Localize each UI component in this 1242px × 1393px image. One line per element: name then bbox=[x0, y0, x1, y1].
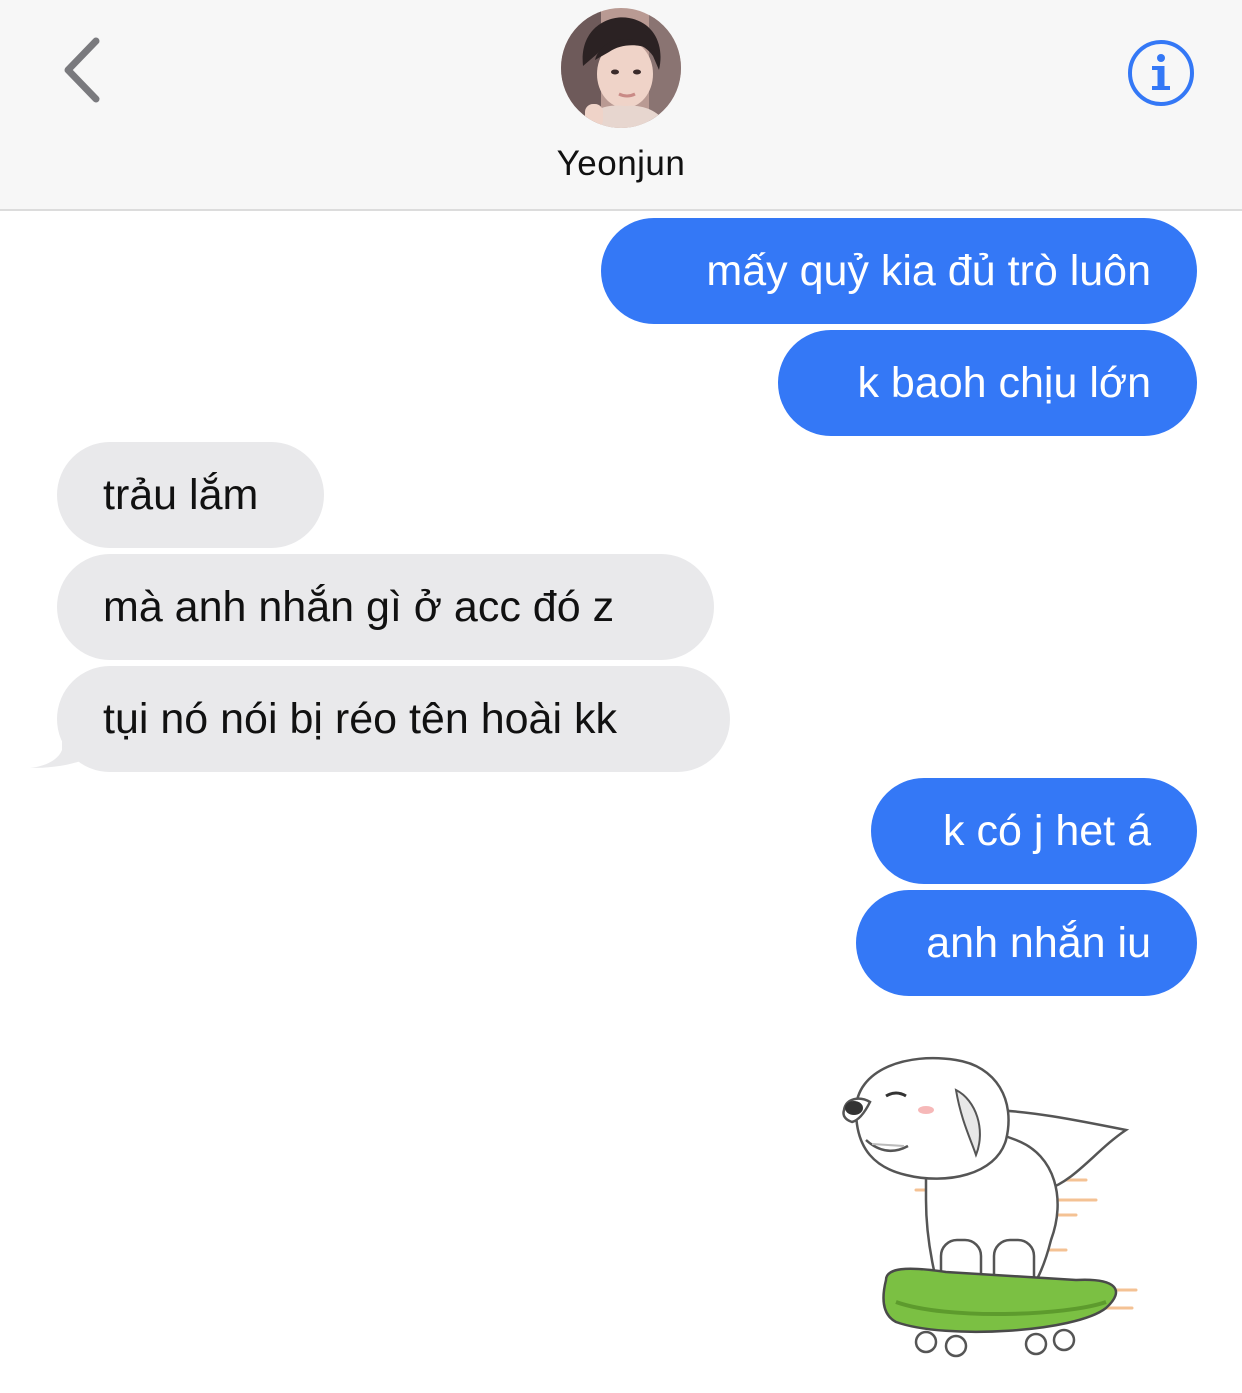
message-text: k có j het á bbox=[943, 807, 1151, 855]
info-icon bbox=[1128, 40, 1194, 106]
message-text: trảu lắm bbox=[103, 471, 259, 519]
message-text: mà anh nhắn gì ở acc đó z bbox=[103, 583, 615, 631]
contact-avatar[interactable] bbox=[561, 8, 681, 128]
incoming-message[interactable]: trảu lắm bbox=[57, 442, 324, 548]
incoming-message[interactable]: mà anh nhắn gì ở acc đó z bbox=[57, 554, 714, 660]
conversation-screen: Yeonjun mấy quỷ kia đủ trò luôn k baoh c… bbox=[0, 0, 1242, 1393]
back-button[interactable] bbox=[50, 32, 110, 108]
message-text: tụi nó nói bị réo tên hoài kk bbox=[103, 695, 617, 743]
chevron-left-icon bbox=[64, 37, 100, 103]
conversation-header: Yeonjun bbox=[0, 0, 1242, 211]
outgoing-message[interactable]: anh nhắn iu bbox=[856, 890, 1197, 996]
message-text: k baoh chịu lớn bbox=[857, 359, 1151, 407]
outgoing-message[interactable]: k baoh chịu lớn bbox=[778, 330, 1197, 436]
contact-name[interactable]: Yeonjun bbox=[0, 144, 1242, 184]
message-text: mấy quỷ kia đủ trò luôn bbox=[706, 247, 1151, 295]
outgoing-message[interactable]: k có j het á bbox=[871, 778, 1197, 884]
info-button[interactable] bbox=[1126, 38, 1196, 108]
incoming-message[interactable]: tụi nó nói bị réo tên hoài kk bbox=[57, 666, 730, 772]
dog-on-skateboard-sticker[interactable] bbox=[826, 1040, 1156, 1370]
outgoing-message[interactable]: mấy quỷ kia đủ trò luôn bbox=[601, 218, 1197, 324]
message-text: anh nhắn iu bbox=[926, 919, 1151, 967]
